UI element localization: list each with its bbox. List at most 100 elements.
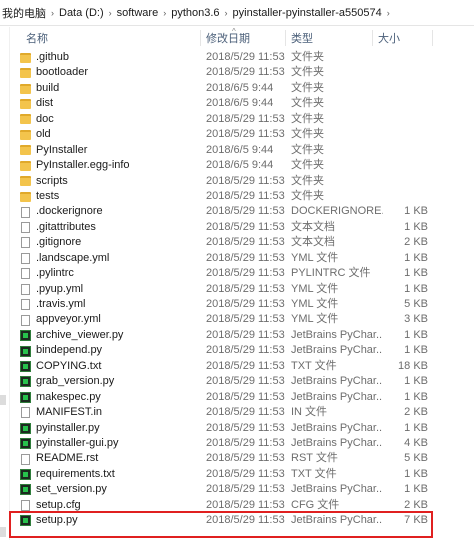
file-size bbox=[378, 189, 428, 204]
file-size: 3 KB bbox=[404, 313, 428, 326]
file-row[interactable]: requirements.txt 2018/5/29 11:53 TXT 文件 1 K… bbox=[10, 467, 474, 482]
folder-row[interactable]: PyInstaller.egg-info 2018/6/5 9:44 文件夹 bbox=[10, 158, 474, 173]
file-name: PyInstaller bbox=[36, 143, 88, 156]
file-name-cell: grab_version.py bbox=[20, 374, 200, 389]
breadcrumb-item-software[interactable]: software bbox=[115, 7, 161, 19]
file-row[interactable]: COPYING.txt 2018/5/29 11:53 TXT 文件 18 KB bbox=[10, 359, 474, 374]
file-type: JetBrains PyChar... bbox=[291, 390, 383, 403]
folder-row[interactable]: doc 2018/5/29 11:53 文件夹 bbox=[10, 112, 474, 127]
file-size: 1 KB bbox=[404, 421, 428, 434]
file-row[interactable]: bindepend.py 2018/5/29 11:53 JetBrains PyC… bbox=[10, 343, 474, 358]
file-size: 1 KB bbox=[404, 344, 428, 357]
file-row[interactable]: .dockerignore 2018/5/29 11:53 DOCKERIGNORE… bbox=[10, 204, 474, 219]
file-size bbox=[378, 174, 428, 189]
file-row[interactable]: makespec.py 2018/5/29 11:53 JetBrains PyCh… bbox=[10, 390, 474, 405]
breadcrumb: 我的电脑 › Data (D:) › software › python3.6 … bbox=[0, 0, 474, 26]
date-modified: 2018/6/5 9:44 bbox=[206, 97, 274, 110]
breadcrumb-item-this-pc[interactable]: 我的电脑 bbox=[0, 5, 48, 21]
date-modified: 2018/5/29 11:53 bbox=[206, 313, 285, 326]
chevron-right-icon[interactable]: › bbox=[222, 8, 231, 18]
file-row[interactable]: .pyup.yml 2018/5/29 11:53 YML 文件 1 KB bbox=[10, 282, 474, 297]
file-name-cell: COPYING.txt bbox=[20, 359, 200, 374]
file-row[interactable]: .landscape.yml 2018/5/29 11:53 YML 文件 1 KB bbox=[10, 251, 474, 266]
file-row[interactable]: .gitattributes 2018/5/29 11:53 文本文档 1 KB bbox=[10, 220, 474, 235]
breadcrumb-item-python[interactable]: python3.6 bbox=[169, 7, 221, 19]
file-row[interactable]: README.rst 2018/5/29 11:53 RST 文件 5 KB bbox=[10, 451, 474, 466]
file-icon bbox=[21, 206, 30, 218]
folder-row[interactable]: PyInstaller 2018/6/5 9:44 文件夹 bbox=[10, 143, 474, 158]
file-row[interactable]: .gitignore 2018/5/29 11:53 文本文档 2 KB bbox=[10, 235, 474, 250]
chevron-right-icon[interactable]: › bbox=[48, 8, 57, 18]
file-row[interactable]: .travis.yml 2018/5/29 11:53 YML 文件 5 KB bbox=[10, 297, 474, 312]
file-type: JetBrains PyChar... bbox=[291, 436, 383, 449]
folder-row[interactable]: tests 2018/5/29 11:53 文件夹 bbox=[10, 189, 474, 204]
file-name-cell: set_version.py bbox=[20, 482, 200, 497]
column-header-date[interactable]: 修改日期 bbox=[200, 27, 286, 49]
file-name: .pylintrc bbox=[36, 267, 74, 280]
column-divider[interactable] bbox=[432, 30, 433, 46]
file-size: 1 KB bbox=[404, 390, 428, 403]
column-header-type[interactable]: 类型 bbox=[285, 27, 373, 49]
file-row[interactable]: MANIFEST.in 2018/5/29 11:53 IN 文件 2 KB bbox=[10, 405, 474, 420]
folder-row[interactable]: scripts 2018/5/29 11:53 文件夹 bbox=[10, 174, 474, 189]
file-type: 文本文档 bbox=[291, 236, 335, 249]
date-modified: 2018/5/29 11:53 bbox=[206, 282, 285, 295]
file-name: bootloader bbox=[36, 66, 88, 79]
file-row[interactable]: archive_viewer.py 2018/5/29 11:53 JetBrain… bbox=[10, 328, 474, 343]
file-row[interactable]: appveyor.yml 2018/5/29 11:53 YML 文件 3 KB bbox=[10, 312, 474, 327]
folder-icon bbox=[20, 99, 31, 110]
breadcrumb-item-drive[interactable]: Data (D:) bbox=[57, 7, 106, 19]
folder-row[interactable]: .github 2018/5/29 11:53 文件夹 bbox=[10, 50, 474, 65]
file-row[interactable]: grab_version.py 2018/5/29 11:53 JetBrains … bbox=[10, 374, 474, 389]
file-size: 1 KB bbox=[404, 267, 428, 280]
file-size: 1 KB bbox=[404, 220, 428, 233]
file-name-cell: appveyor.yml bbox=[20, 312, 200, 327]
column-header-size[interactable]: 大小 bbox=[372, 27, 432, 49]
file-name: build bbox=[36, 81, 60, 94]
file-type: 文件夹 bbox=[291, 112, 324, 125]
folder-row[interactable]: old 2018/5/29 11:53 文件夹 bbox=[10, 127, 474, 142]
date-modified: 2018/5/29 11:53 bbox=[206, 236, 285, 249]
file-name-cell: doc bbox=[20, 112, 200, 127]
navigation-pane-edge[interactable] bbox=[0, 27, 10, 540]
file-name-cell: old bbox=[20, 127, 200, 142]
file-icon bbox=[21, 268, 30, 280]
breadcrumb-item-current-folder[interactable]: pyinstaller-pyinstaller-a550574 bbox=[231, 7, 384, 19]
file-name: dist bbox=[36, 97, 54, 110]
file-name-cell: README.rst bbox=[20, 451, 200, 466]
file-size bbox=[378, 65, 428, 80]
folder-row[interactable]: dist 2018/6/5 9:44 文件夹 bbox=[10, 96, 474, 111]
file-row[interactable]: .pylintrc 2018/5/29 11:53 PYLINTRC 文件 1 KB bbox=[10, 266, 474, 281]
file-name: old bbox=[36, 128, 51, 141]
date-modified: 2018/5/29 11:53 bbox=[206, 328, 285, 341]
file-name-cell: .gitattributes bbox=[20, 220, 200, 235]
date-modified: 2018/5/29 11:53 bbox=[206, 375, 285, 388]
file-row[interactable]: pyinstaller-gui.py 2018/5/29 11:53 JetBrai… bbox=[10, 436, 474, 451]
file-name-cell: dist bbox=[20, 96, 200, 111]
date-modified: 2018/5/29 11:53 bbox=[206, 467, 285, 480]
file-name-cell: PyInstaller bbox=[20, 143, 200, 158]
file-name-cell: requirements.txt bbox=[20, 467, 200, 482]
chevron-right-icon[interactable]: › bbox=[106, 8, 115, 18]
chevron-right-icon[interactable]: › bbox=[384, 8, 393, 18]
python-file-icon bbox=[20, 360, 31, 372]
folder-icon bbox=[20, 52, 31, 63]
file-name-cell: bootloader bbox=[20, 65, 200, 80]
date-modified: 2018/5/29 11:53 bbox=[206, 51, 285, 63]
chevron-right-icon[interactable]: › bbox=[160, 8, 169, 18]
column-header-name[interactable]: 名称 bbox=[20, 27, 206, 49]
file-size bbox=[378, 143, 428, 158]
folder-row[interactable]: bootloader 2018/5/29 11:53 文件夹 bbox=[10, 65, 474, 80]
file-name-cell: tests bbox=[20, 189, 200, 204]
file-name: PyInstaller.egg-info bbox=[36, 159, 130, 172]
file-name: .dockerignore bbox=[36, 205, 103, 218]
file-name: README.rst bbox=[36, 452, 99, 465]
file-name-cell: pyinstaller-gui.py bbox=[20, 436, 200, 451]
file-row[interactable]: pyinstaller.py 2018/5/29 11:53 JetBrains P… bbox=[10, 421, 474, 436]
nav-item-marker bbox=[0, 395, 6, 405]
file-type: YML 文件 bbox=[291, 282, 339, 295]
file-row[interactable]: set_version.py 2018/5/29 11:53 JetBrains P… bbox=[10, 482, 474, 497]
folder-row[interactable]: build 2018/6/5 9:44 文件夹 bbox=[10, 81, 474, 96]
file-name: .landscape.yml bbox=[36, 251, 110, 264]
date-modified: 2018/5/29 11:53 bbox=[206, 452, 285, 465]
